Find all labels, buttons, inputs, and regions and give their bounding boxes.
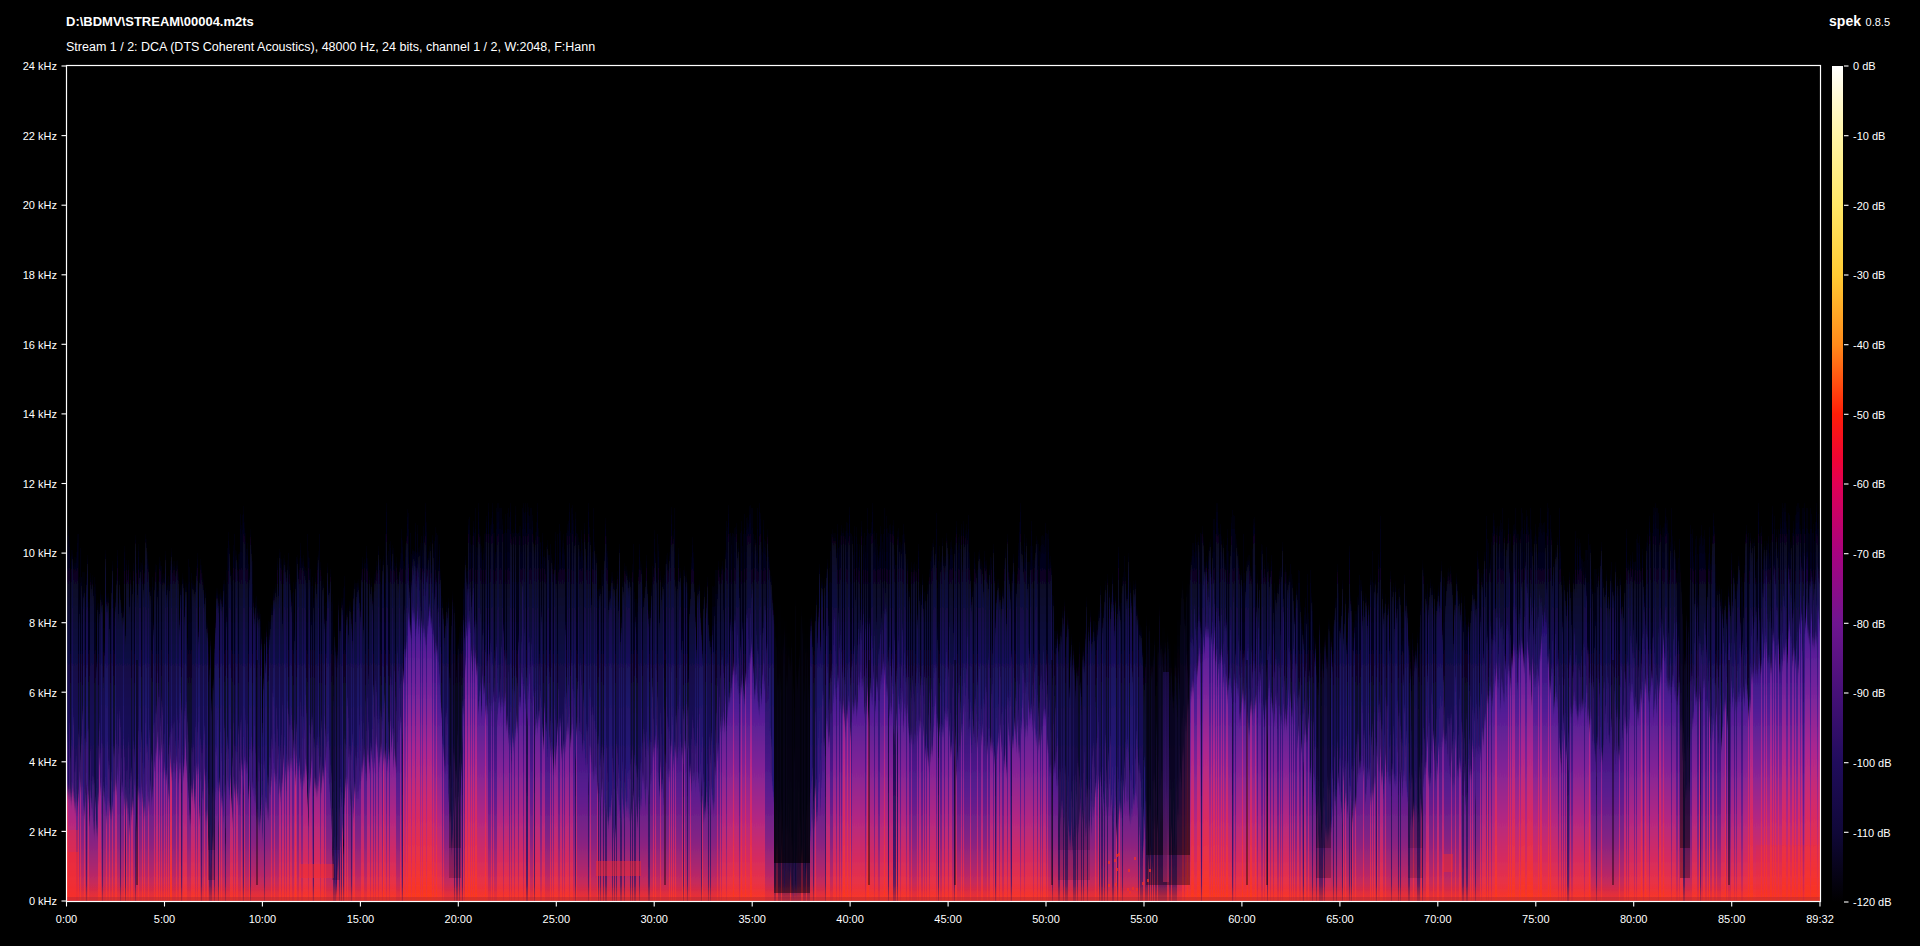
svg-text:-100 dB: -100 dB [1853,757,1892,769]
svg-text:-50 dB: -50 dB [1853,409,1885,421]
svg-text:16 kHz: 16 kHz [23,339,57,351]
svg-text:15:00: 15:00 [347,913,375,925]
svg-text:8 kHz: 8 kHz [29,617,57,629]
svg-text:60:00: 60:00 [1228,913,1256,925]
svg-text:18 kHz: 18 kHz [23,269,57,281]
svg-text:2 kHz: 2 kHz [29,826,57,838]
svg-text:50:00: 50:00 [1032,913,1060,925]
svg-text:-60 dB: -60 dB [1853,478,1885,490]
svg-text:45:00: 45:00 [934,913,962,925]
svg-text:5:00: 5:00 [154,913,175,925]
svg-text:14 kHz: 14 kHz [23,408,57,420]
svg-text:-40 dB: -40 dB [1853,339,1885,351]
svg-text:22 kHz: 22 kHz [23,130,57,142]
svg-text:10:00: 10:00 [249,913,277,925]
svg-text:6 kHz: 6 kHz [29,687,57,699]
svg-text:-80 dB: -80 dB [1853,618,1885,630]
svg-text:spek: spek [1829,13,1861,29]
svg-text:4 kHz: 4 kHz [29,756,57,768]
svg-text:75:00: 75:00 [1522,913,1550,925]
svg-text:0.8.5: 0.8.5 [1866,16,1890,28]
svg-text:20 kHz: 20 kHz [23,199,57,211]
svg-text:35:00: 35:00 [738,913,766,925]
svg-text:40:00: 40:00 [836,913,864,925]
svg-text:D:\BDMV\STREAM\00004.m2ts: D:\BDMV\STREAM\00004.m2ts [66,14,254,29]
svg-text:85:00: 85:00 [1718,913,1746,925]
svg-text:65:00: 65:00 [1326,913,1354,925]
svg-text:0:00: 0:00 [56,913,77,925]
svg-text:-120 dB: -120 dB [1853,896,1892,908]
svg-text:-70 dB: -70 dB [1853,548,1885,560]
svg-text:12 kHz: 12 kHz [23,478,57,490]
svg-text:25:00: 25:00 [543,913,571,925]
svg-text:20:00: 20:00 [445,913,473,925]
svg-text:-10 dB: -10 dB [1853,130,1885,142]
svg-text:89:32: 89:32 [1806,913,1834,925]
svg-text:10 kHz: 10 kHz [23,547,57,559]
svg-text:-90 dB: -90 dB [1853,687,1885,699]
svg-text:-20 dB: -20 dB [1853,200,1885,212]
svg-text:0 dB: 0 dB [1853,60,1876,72]
svg-text:70:00: 70:00 [1424,913,1452,925]
svg-text:24 kHz: 24 kHz [23,60,57,72]
svg-text:30:00: 30:00 [640,913,668,925]
svg-text:-30 dB: -30 dB [1853,269,1885,281]
svg-text:-110 dB: -110 dB [1853,827,1891,839]
svg-text:80:00: 80:00 [1620,913,1648,925]
svg-text:55:00: 55:00 [1130,913,1158,925]
svg-text:0 kHz: 0 kHz [29,895,57,907]
svg-text:Stream 1 / 2: DCA (DTS Coheren: Stream 1 / 2: DCA (DTS Coherent Acoustic… [66,40,595,54]
